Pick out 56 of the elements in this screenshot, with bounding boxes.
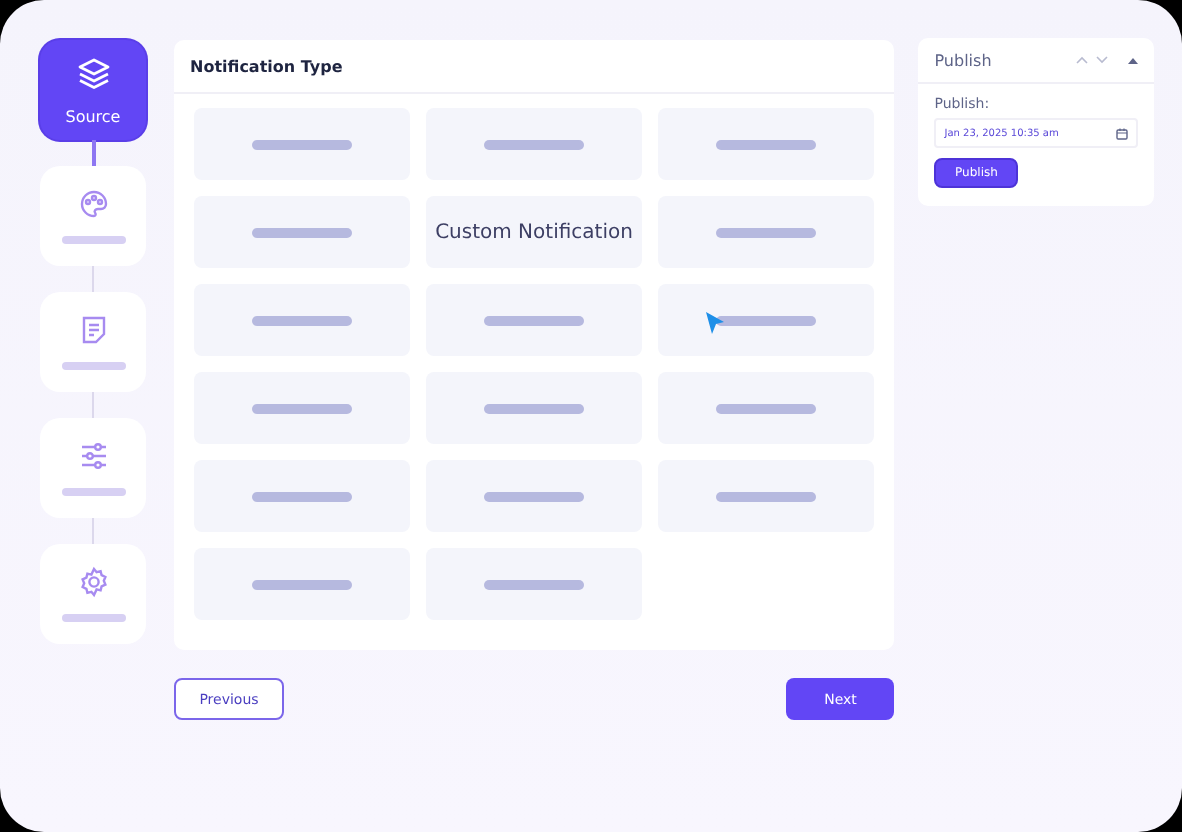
step-label: Source bbox=[65, 107, 121, 125]
placeholder-bar bbox=[61, 488, 125, 496]
notification-type-card[interactable] bbox=[194, 372, 410, 444]
notification-type-card[interactable] bbox=[658, 372, 874, 444]
notification-type-card[interactable] bbox=[194, 548, 410, 620]
notification-type-card[interactable] bbox=[426, 372, 642, 444]
calendar-icon bbox=[1116, 127, 1128, 139]
step-card[interactable]: Source bbox=[40, 40, 146, 140]
notification-type-card[interactable] bbox=[194, 460, 410, 532]
notification-type-card[interactable] bbox=[658, 460, 874, 532]
placeholder-bar bbox=[252, 579, 352, 589]
placeholder-bar bbox=[716, 227, 816, 237]
placeholder-bar bbox=[484, 579, 584, 589]
placeholder-bar bbox=[484, 403, 584, 413]
step-card[interactable] bbox=[40, 418, 146, 518]
placeholder-bar bbox=[716, 315, 816, 325]
notification-type-card[interactable] bbox=[658, 284, 874, 356]
step-card[interactable] bbox=[40, 292, 146, 392]
placeholder-bar bbox=[252, 491, 352, 501]
collapse-icon[interactable] bbox=[1128, 57, 1138, 63]
placeholder-bar bbox=[252, 403, 352, 413]
placeholder-bar bbox=[61, 614, 125, 622]
notification-type-card[interactable] bbox=[194, 196, 410, 268]
notification-type-card[interactable]: Custom Notification bbox=[426, 196, 642, 268]
chevron-down-icon[interactable] bbox=[1096, 56, 1108, 64]
palette-icon bbox=[77, 188, 109, 220]
placeholder-bar bbox=[61, 236, 125, 244]
placeholder-bar bbox=[252, 139, 352, 149]
placeholder-bar bbox=[484, 491, 584, 501]
note-icon bbox=[77, 314, 109, 346]
notification-type-card[interactable] bbox=[658, 108, 874, 180]
notification-type-card[interactable] bbox=[194, 108, 410, 180]
publish-title: Publish bbox=[934, 51, 994, 69]
notification-type-card[interactable] bbox=[426, 460, 642, 532]
placeholder-bar bbox=[716, 403, 816, 413]
notification-type-card[interactable] bbox=[426, 108, 642, 180]
chevron-up-icon[interactable] bbox=[1076, 56, 1088, 64]
panel-title: Notification Type bbox=[190, 57, 343, 75]
cursor-icon bbox=[706, 312, 726, 336]
sliders-icon bbox=[77, 440, 109, 472]
placeholder-bar bbox=[484, 315, 584, 325]
placeholder-bar bbox=[252, 227, 352, 237]
layers-icon bbox=[75, 55, 111, 91]
placeholder-bar bbox=[484, 139, 584, 149]
notification-type-card[interactable] bbox=[194, 284, 410, 356]
placeholder-bar bbox=[716, 139, 816, 149]
step-card[interactable] bbox=[40, 544, 146, 644]
gear-icon bbox=[77, 566, 109, 598]
notification-type-card[interactable] bbox=[426, 284, 642, 356]
notification-type-card[interactable] bbox=[426, 548, 642, 620]
placeholder-bar bbox=[61, 362, 125, 370]
step-card[interactable] bbox=[40, 166, 146, 266]
notification-type-card[interactable] bbox=[658, 196, 874, 268]
placeholder-bar bbox=[252, 315, 352, 325]
placeholder-bar bbox=[716, 491, 816, 501]
card-label: Custom Notification bbox=[435, 221, 633, 243]
